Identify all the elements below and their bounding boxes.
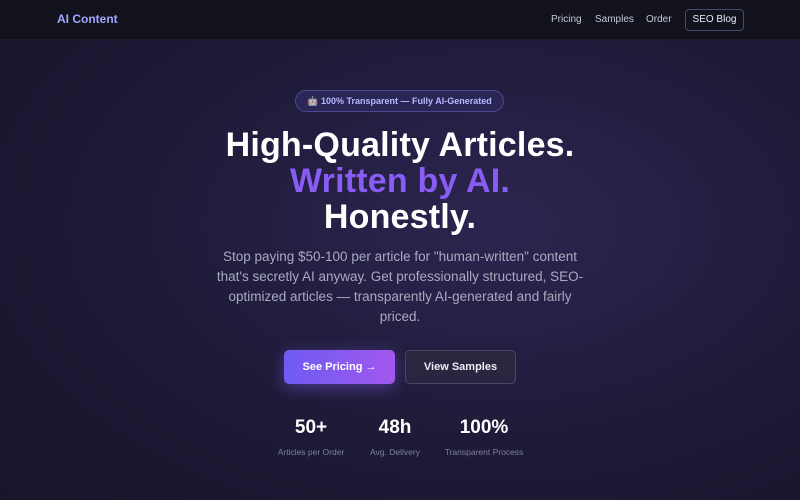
nav-link-pricing[interactable]: Pricing	[551, 14, 582, 25]
stat-transparency: 100% Transparent Process	[434, 416, 534, 457]
hero-subtitle: Stop paying $50-100 per article for "hum…	[216, 249, 584, 324]
top-navbar: AI Content Pricing Samples Order SEO Blo…	[0, 0, 800, 40]
nav-link-samples[interactable]: Samples	[595, 14, 634, 25]
hero-title-line-3: Honestly.	[323, 198, 477, 236]
stat-label: Avg. Delivery	[370, 447, 420, 457]
hero-title-line-2: Written by AI.	[289, 162, 511, 200]
site-logo[interactable]: AI Content	[57, 12, 118, 26]
stat-value: 48h	[378, 417, 412, 438]
stat-delivery: 48h Avg. Delivery	[355, 416, 435, 457]
view-samples-button[interactable]: View Samples	[405, 350, 516, 384]
transparency-badge: 🤖 100% Transparent — Fully AI-Generated	[295, 90, 504, 112]
stat-articles: 50+ Articles per Order	[261, 416, 361, 457]
hero-title-line-1: High-Quality Articles.	[225, 126, 575, 164]
nav-link-order[interactable]: Order	[646, 14, 672, 25]
see-pricing-button[interactable]: See Pricing →	[284, 350, 395, 384]
seo-blog-button[interactable]: SEO Blog	[685, 9, 744, 31]
stat-label: Articles per Order	[277, 447, 345, 457]
stat-label: Transparent Process	[444, 447, 524, 457]
stat-value: 100%	[459, 417, 509, 438]
stat-value: 50+	[294, 417, 328, 438]
